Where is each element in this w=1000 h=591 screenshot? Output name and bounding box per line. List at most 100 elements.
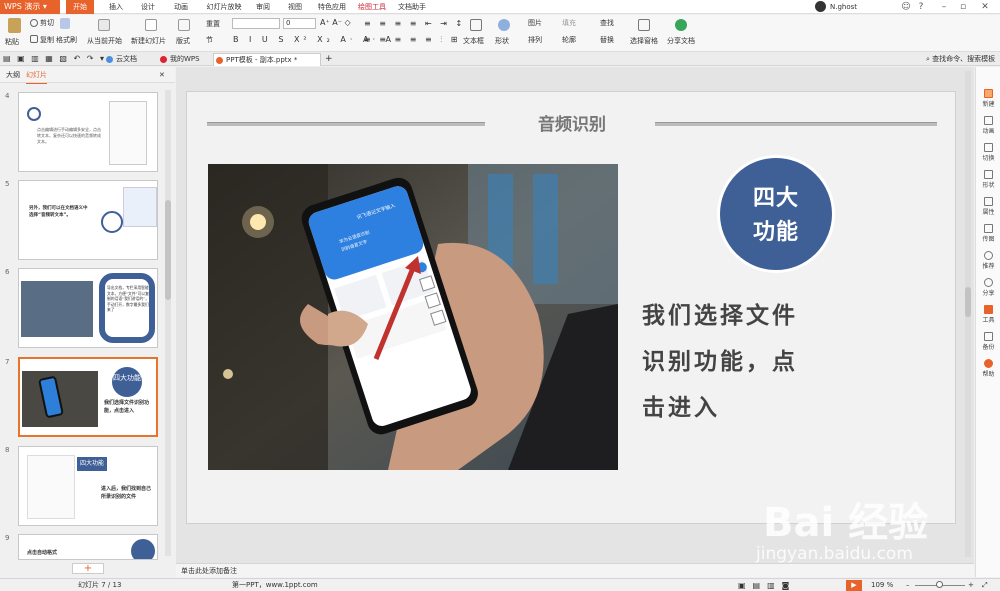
rp-label: 帮助 — [982, 371, 995, 378]
tab-outline[interactable]: 大纲 — [6, 67, 20, 83]
tab-features[interactable]: 特色应用 — [315, 0, 349, 14]
tab-cloud-docs[interactable]: 云文档 — [104, 53, 154, 66]
thumb-badge — [131, 539, 155, 559]
notes-placeholder: 单击此处添加备注 — [181, 567, 237, 575]
editor-scrollbar[interactable] — [965, 71, 971, 557]
rp-transition[interactable]: 切换 — [976, 141, 1000, 168]
paste-icon — [8, 18, 21, 33]
rp-backup[interactable]: 备份 — [976, 330, 1000, 357]
tab-slideshow[interactable]: 幻灯片放映 — [202, 0, 246, 14]
align-buttons[interactable]: ≡ ≡ ≡ ≡ ≡ ⫶ ⊞ — [364, 34, 460, 46]
font-size-select[interactable]: 0 — [283, 18, 316, 29]
user-account[interactable]: N.ghost — [815, 1, 895, 13]
grow-font-icon[interactable]: A⁺ A⁻ ◇ — [320, 17, 351, 29]
help-icon[interactable]: ? — [914, 0, 928, 14]
tab-drawing-tools[interactable]: 绘图工具 — [355, 0, 389, 14]
thumbnail-scrollbar[interactable] — [165, 90, 171, 556]
from-current-button[interactable]: 从当前开始 — [87, 35, 122, 47]
restore-icon[interactable]: ▫ — [956, 0, 970, 14]
share-doc-button[interactable]: 分享文档 — [667, 35, 695, 47]
scrollbar-thumb[interactable] — [965, 287, 971, 317]
wps-app-menu-button[interactable]: WPS 演示 ▾ — [0, 0, 60, 14]
rp-animation[interactable]: 动画 — [976, 114, 1000, 141]
add-slide-button[interactable]: + — [72, 563, 104, 574]
new-tab-icon[interactable]: + — [325, 53, 333, 65]
tab-view[interactable]: 视图 — [284, 0, 306, 14]
menu-bar: WPS 演示 ▾ 开始 插入 设计 动画 幻灯片放映 审阅 视图 特色应用 绘图… — [0, 0, 1000, 14]
current-slide[interactable]: 音频识别 讯飞语记文字输入 华为云语音识别 识别语音文字 四大 功能 我们选择文… — [186, 91, 956, 524]
thumbnail-slide-7[interactable]: 四大功能 我们选择文件识别功能，点击进入 — [18, 357, 158, 437]
minimize-icon[interactable]: – — [937, 0, 951, 14]
zoom-slider-handle[interactable] — [936, 581, 943, 588]
close-icon[interactable]: ✕ — [978, 0, 992, 14]
layout-button[interactable]: 版式 — [176, 35, 190, 47]
arrange-button[interactable]: 排列 — [528, 34, 542, 46]
tab-pptx-document[interactable]: PPT模板 - 副本.pptx * — [213, 53, 321, 66]
font-name-select[interactable] — [232, 18, 280, 29]
tab-slides[interactable]: 幻灯片 — [26, 67, 47, 85]
rp-help[interactable]: 帮助 — [976, 357, 1000, 384]
format-painter-button[interactable]: 格式刷 — [56, 34, 77, 46]
thumbnail-slide-4[interactable]: 点击编辑进行手动编辑多安全，点击转文本，复杂还可以快速的音频转成文本。 — [18, 92, 158, 172]
thumbnail-slide-6[interactable]: 导出文档，专栏采用智能文本，方便“文件”可以复制的话语“我们讲话的”，手动打开，… — [18, 268, 158, 348]
thumbnail-slide-8[interactable]: 四大功能 进入后，我们找到自己所录识别的文件 — [18, 446, 158, 526]
scrollbar-thumb[interactable] — [165, 200, 171, 300]
tab-my-wps[interactable]: 我的WPS — [158, 53, 210, 66]
body-text-line-1[interactable]: 我们选择文件 — [642, 296, 798, 330]
play-slideshow-icon[interactable]: ▶ — [846, 580, 862, 591]
zoom-in-icon[interactable]: + — [968, 579, 974, 591]
rp-upload-image[interactable]: 传图 — [976, 222, 1000, 249]
shape-button[interactable]: 形状 — [495, 35, 509, 47]
textbox-button[interactable]: 文本框 — [463, 35, 484, 47]
rp-recommend[interactable]: 推荐 — [976, 249, 1000, 276]
section-button[interactable]: 节 — [206, 34, 213, 46]
tab-label: 我的WPS — [170, 55, 200, 63]
new-slide-button[interactable]: 新建幻灯片 — [131, 35, 166, 47]
rp-share[interactable]: 分享 — [976, 276, 1000, 303]
backup-icon — [984, 332, 993, 341]
skin-icon[interactable]: ☺ — [899, 0, 913, 14]
select-pane-button[interactable]: 选择窗格 — [630, 35, 658, 47]
thumb-text: 点击自动格式 — [27, 550, 58, 556]
find-button[interactable]: 查找 — [600, 17, 614, 29]
body-text-line-2[interactable]: 识别功能，点 — [642, 342, 798, 376]
copy-button[interactable]: 复制 — [40, 34, 54, 46]
thumbnail-slide-9[interactable]: 点击自动格式 — [18, 534, 158, 560]
picture-button[interactable]: 图片 — [528, 17, 542, 29]
rp-new[interactable]: 新建 — [976, 87, 1000, 114]
quick-access-toolbar: ▤ ▣ ▥ ▦ ▧ ↶ ↷ ▾ 云文档 我的WPS PPT模板 - 副本.ppt… — [0, 52, 1000, 66]
tab-insert[interactable]: 插入 — [104, 0, 128, 14]
slide-title[interactable]: 音频识别 — [497, 110, 647, 135]
panel-close-icon[interactable]: ✕ — [159, 67, 165, 83]
cut-button[interactable]: 剪切 — [40, 17, 54, 29]
fit-window-icon[interactable]: ⤢ — [982, 579, 988, 591]
tab-review[interactable]: 审阅 — [252, 0, 274, 14]
thumbnail-slide-5[interactable]: 另外，我们可以在文档语义中选择“音频转文本”。 — [18, 180, 158, 260]
new-icon — [984, 89, 993, 98]
view-mode-icons[interactable]: ▣▤▥◙ — [738, 579, 796, 591]
command-search[interactable]: ⌕ 查找命令、搜索模板 — [926, 53, 995, 65]
photo-illustration — [208, 164, 618, 470]
hand-holding-phone-photo[interactable]: 讯飞语记文字输入 华为云语音识别 识别语音文字 — [208, 164, 618, 470]
avatar — [815, 1, 826, 12]
four-functions-badge[interactable]: 四大 功能 — [717, 155, 835, 273]
fill-button[interactable]: 填充 — [562, 17, 576, 29]
paste-button[interactable]: 粘贴 — [5, 36, 19, 48]
rp-tools[interactable]: 工具 — [976, 303, 1000, 330]
zoom-out-icon[interactable]: – — [906, 579, 910, 591]
rp-shape[interactable]: 形状 — [976, 168, 1000, 195]
format-painter-icon — [60, 18, 70, 29]
tab-animation[interactable]: 动画 — [169, 0, 193, 14]
replace-button[interactable]: 替换 — [600, 34, 614, 46]
tab-doc-assistant[interactable]: 文档助手 — [395, 0, 429, 14]
tab-design[interactable]: 设计 — [136, 0, 160, 14]
body-text-line-3[interactable]: 击进入 — [642, 388, 720, 422]
list-buttons[interactable]: ≡ ≡ ≡ ≡ ⇤ ⇥ ↕ — [364, 18, 465, 30]
tab-home[interactable]: 开始 — [66, 0, 94, 14]
properties-icon — [984, 197, 993, 206]
rp-properties[interactable]: 属性 — [976, 195, 1000, 222]
outline-button[interactable]: 轮廓 — [562, 34, 576, 46]
reset-button[interactable]: 重置 — [206, 18, 220, 30]
thumb-badge: 四大功能 — [112, 367, 142, 397]
quick-access-icons[interactable]: ▤ ▣ ▥ ▦ ▧ ↶ ↷ ▾ — [3, 53, 106, 65]
